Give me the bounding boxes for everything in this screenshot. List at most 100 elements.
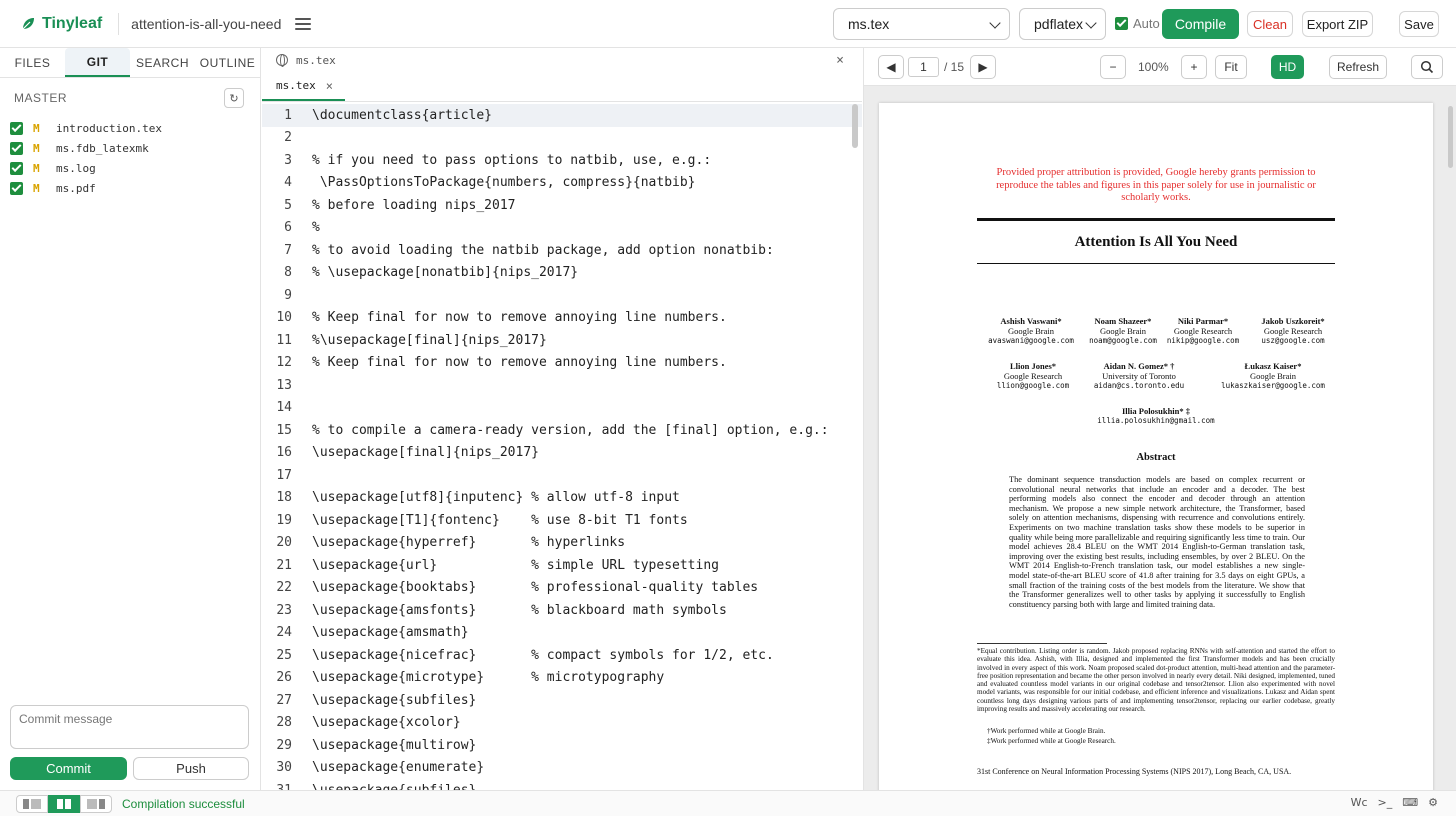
code-line[interactable]: 11 %\usepackage[final]{nips_2017} <box>262 329 862 352</box>
list-item[interactable]: M introduction.tex <box>0 118 260 138</box>
page-number-input[interactable]: 1 <box>908 57 939 77</box>
chevron-down-icon <box>989 17 1001 29</box>
code-line[interactable]: 3 % if you need to pass options to natbib… <box>262 149 862 172</box>
prev-page-button[interactable]: ◀ <box>878 55 904 79</box>
auto-label: Auto <box>1133 16 1160 31</box>
zoom-out-button[interactable]: − <box>1100 55 1126 79</box>
commit-message-input[interactable]: Commit message <box>10 705 249 749</box>
code-line[interactable]: 1 \documentclass{article} <box>262 104 862 127</box>
layout-pdf-button[interactable] <box>80 794 112 813</box>
line-content: \PassOptionsToPackage{numbers, compress}… <box>312 175 696 191</box>
list-item[interactable]: M ms.log <box>0 158 260 178</box>
checkbox-icon[interactable] <box>1115 17 1128 30</box>
line-number: 13 <box>276 377 292 393</box>
code-line[interactable]: 25 \usepackage{nicefrac} % compact symbol… <box>262 644 862 667</box>
fit-button[interactable]: Fit <box>1215 55 1247 79</box>
terminal-icon[interactable]: >_ <box>1378 796 1393 809</box>
code-line[interactable]: 17 <box>262 464 862 487</box>
code-line[interactable]: 24 \usepackage{amsmath} <box>262 622 862 645</box>
code-line[interactable]: 4 \PassOptionsToPackage{numbers, compres… <box>262 172 862 195</box>
tab-outline[interactable]: OUTLINE <box>195 48 260 77</box>
compile-button[interactable]: Compile <box>1162 9 1239 39</box>
line-content: % Keep final for now to remove annoying … <box>312 310 727 326</box>
code-line[interactable]: 2 <box>262 127 862 150</box>
export-zip-button[interactable]: Export ZIP <box>1302 11 1373 37</box>
code-line[interactable]: 20 \usepackage{hyperref} % hyperlinks <box>262 532 862 555</box>
code-line[interactable]: 18 \usepackage[utf8]{inputenc} % allow ut… <box>262 487 862 510</box>
code-line[interactable]: 27 \usepackage{subfiles} <box>262 689 862 712</box>
checkbox-icon[interactable] <box>10 121 23 135</box>
search-icon[interactable] <box>1411 55 1443 79</box>
scrollbar[interactable] <box>1448 106 1453 168</box>
code-line[interactable]: 22 \usepackage{booktabs} % professional-q… <box>262 577 862 600</box>
menu-icon[interactable] <box>295 17 312 30</box>
code-line[interactable]: 28 \usepackage{xcolor} <box>262 712 862 735</box>
code-line[interactable]: 19 \usepackage[T1]{fontenc} % use 8-bit T… <box>262 509 862 532</box>
author-email: illia.polosukhin@gmail.com <box>1097 416 1215 425</box>
layout-switcher <box>16 794 112 813</box>
file-select-value: ms.tex <box>848 16 890 32</box>
code-line[interactable]: 30 \usepackage{enumerate} <box>262 757 862 780</box>
word-count-icon[interactable]: Wc <box>1351 796 1368 809</box>
code-line[interactable]: 12 % Keep final for now to remove annoyin… <box>262 352 862 375</box>
code-line[interactable]: 5 % before loading nips_2017 <box>262 194 862 217</box>
paper-title: Attention Is All You Need <box>1074 234 1238 250</box>
author-name: Llion Jones* <box>1009 361 1057 371</box>
tab-git[interactable]: GIT <box>65 48 130 77</box>
code-line[interactable]: 23 \usepackage{amsfonts} % blackboard mat… <box>262 599 862 622</box>
tab-search[interactable]: SEARCH <box>130 48 195 77</box>
tab-ms-tex[interactable]: ms.tex × <box>262 72 345 101</box>
brand[interactable]: Tinyleaf <box>20 15 102 33</box>
code-line[interactable]: 15 % to compile a camera-ready version, a… <box>262 419 862 442</box>
commit-button[interactable]: Commit <box>10 757 127 780</box>
tab-files[interactable]: FILES <box>0 48 65 77</box>
keyboard-icon[interactable]: ⌨ <box>1402 796 1418 809</box>
zoom-in-button[interactable]: + <box>1181 55 1207 79</box>
divider <box>977 218 1335 221</box>
gear-icon[interactable]: ⚙ <box>1428 796 1438 809</box>
code-line[interactable]: 13 <box>262 374 862 397</box>
line-number: 14 <box>276 400 292 416</box>
code-line[interactable]: 6% <box>262 217 862 240</box>
list-item[interactable]: M ms.pdf <box>0 178 260 198</box>
code-line[interactable]: 7 % to avoid loading the natbib package, … <box>262 239 862 262</box>
layout-split-button[interactable] <box>48 794 80 813</box>
refresh-button[interactable]: Refresh <box>1329 55 1387 79</box>
file-select[interactable]: ms.tex <box>833 8 1010 40</box>
line-number: 12 <box>276 355 292 371</box>
editor-tabs: ms.tex × <box>262 72 862 102</box>
scrollbar[interactable] <box>852 104 858 148</box>
code-line[interactable]: 21 \usepackage{url} % simple URL typesett… <box>262 554 862 577</box>
refresh-icon[interactable]: ↻ <box>224 88 244 108</box>
line-content: % to avoid loading the natbib package, a… <box>312 242 774 258</box>
code-line[interactable]: 8 % \usepackage[nonatbib]{nips_2017} <box>262 262 862 285</box>
code-line[interactable]: 31\usepackage{subfiles} <box>262 779 862 790</box>
code-area[interactable]: 1 \documentclass{article} 2 3% if you need … <box>262 104 862 790</box>
auto-compile-toggle[interactable]: Auto <box>1115 16 1160 31</box>
code-line[interactable]: 26 \usepackage{microtype} % microtypograp… <box>262 667 862 690</box>
code-line[interactable]: 14 <box>262 397 862 420</box>
line-number: 2 <box>284 130 292 146</box>
hd-toggle[interactable]: HD <box>1271 55 1304 79</box>
code-line[interactable]: 10 % Keep final for now to remove annoyin… <box>262 307 862 330</box>
code-line[interactable]: 29 \usepackage{multirow} <box>262 734 862 757</box>
code-line[interactable]: 9 <box>262 284 862 307</box>
code-line[interactable]: 16 \usepackage[final]{nips_2017} <box>262 442 862 465</box>
checkbox-icon[interactable] <box>10 161 23 175</box>
line-number: 18 <box>276 490 292 506</box>
line-content: \usepackage{multirow} <box>312 737 477 753</box>
list-item[interactable]: M ms.fdb_latexmk <box>0 138 260 158</box>
close-icon[interactable]: × <box>836 53 844 68</box>
author-name: Jakob Uszkoreit* <box>1261 316 1325 326</box>
save-button[interactable]: Save <box>1399 11 1439 37</box>
layout-editor-button[interactable] <box>16 794 48 813</box>
checkbox-icon[interactable] <box>10 141 23 155</box>
next-page-button[interactable]: ▶ <box>970 55 996 79</box>
close-icon[interactable]: × <box>326 79 333 93</box>
line-content: \usepackage{microtype} % microtypography <box>312 670 665 686</box>
clean-button[interactable]: Clean <box>1247 11 1293 37</box>
engine-select[interactable]: pdflatex <box>1019 8 1106 40</box>
author-email: aidan@cs.toronto.edu <box>1093 381 1185 390</box>
push-button[interactable]: Push <box>133 757 249 780</box>
checkbox-icon[interactable] <box>10 181 23 195</box>
